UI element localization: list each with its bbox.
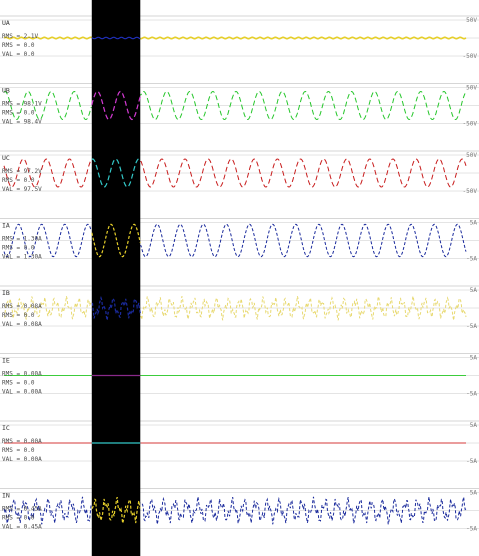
scale-bottom: -5A (466, 391, 477, 398)
channel-value: VAL = 0.0 (2, 51, 35, 58)
channel-rms: RMS = 98.1V (2, 101, 42, 108)
channel-block-ib[interactable]: IB RMS = 0.08A RMS = 0.0 VAL = 0.08A (2, 289, 42, 328)
scale-bottom: -5A (466, 256, 477, 263)
scale-top: 5A (470, 287, 478, 294)
channel-block-ie[interactable]: IE RMS = 0.00A RMS = 0.0 VAL = 0.00A (2, 357, 42, 396)
scale-bottom: -5A (466, 526, 477, 533)
channel-name: IA (2, 222, 10, 230)
channel-labels: UA RMS = 2.1V RMS = 0.0 VAL = 0.0 50V -50V UB R… (2, 17, 477, 533)
waveform-viewer[interactable]: UA RMS = 2.1V RMS = 0.0 VAL = 0.0 50V -50V UB R… (0, 0, 479, 556)
channel-block-ic[interactable]: IC RMS = 0.00A RMS = 0.0 VAL = 0.00A (2, 424, 42, 463)
trace-ua (3, 36, 467, 40)
channel-rms-secondary: RMS = 0.0 (2, 245, 35, 252)
scale-top: 5A (470, 355, 478, 362)
channel-rms-secondary: RMS = 0.0 (2, 515, 35, 522)
channel-name: IN (2, 492, 10, 500)
channel-name: UA (2, 19, 10, 27)
channel-name: UB (2, 87, 10, 95)
channel-rms-secondary: RMS = 0.0 (2, 312, 35, 319)
scale-bottom: -50V (463, 188, 478, 195)
grid-lines (0, 15, 479, 529)
channel-rms: RMS = 97.2V (2, 168, 42, 175)
channel-name: IE (2, 357, 10, 365)
channel-value: VAL = 0.00A (2, 389, 42, 396)
channel-block-ub[interactable]: UB RMS = 98.1V RMS = 0.0 VAL = 98.4V (2, 87, 42, 126)
channel-rms: RMS = 0.45A (2, 506, 42, 513)
channel-rms: RMS = 0.00A (2, 438, 42, 445)
channel-rms-secondary: RMS = 0.0 (2, 380, 35, 387)
scale-bottom: -5A (466, 323, 477, 330)
channel-value: VAL = 98.4V (2, 119, 42, 126)
scale-top: 50V (466, 17, 477, 24)
channel-block-in[interactable]: IN RMS = 0.45A RMS = 0.0 VAL = 0.45A (2, 492, 42, 531)
channel-value: VAL = 0.00A (2, 456, 42, 463)
channel-rms: RMS = 0.08A (2, 303, 42, 310)
channel-name: IB (2, 289, 10, 297)
channel-rms-secondary: RMS = 0.0 (2, 42, 35, 49)
scale-top: 5A (470, 490, 478, 497)
cursor-band[interactable] (91, 0, 141, 556)
channel-value: VAL = 97.5V (2, 186, 42, 193)
channel-value: VAL = 0.45A (2, 524, 42, 531)
channel-rms: RMS = 0.00A (2, 371, 42, 378)
scale-bottom: -50V (463, 53, 478, 60)
channel-value: VAL = 0.08A (2, 321, 42, 328)
channel-rms-secondary: RMS = 0.0 (2, 177, 35, 184)
scale-bottom: -50V (463, 121, 478, 128)
scale-bottom: -5A (466, 458, 477, 465)
channel-name: IC (2, 424, 10, 432)
trace-layer (3, 36, 467, 525)
scale-top: 50V (466, 152, 477, 159)
channel-value: VAL = 1.30A (2, 254, 42, 261)
channel-rms: RMS = 2.1V (2, 33, 39, 40)
scale-top: 50V (466, 85, 477, 92)
channel-block-ua[interactable]: UA RMS = 2.1V RMS = 0.0 VAL = 0.0 (2, 19, 39, 58)
scale-top: 5A (470, 220, 478, 227)
channel-rms-secondary: RMS = 0.0 (2, 447, 35, 454)
channel-block-ia[interactable]: IA RMS = 1.30A RMS = 0.0 VAL = 1.30A (2, 222, 42, 261)
channel-rms: RMS = 1.30A (2, 236, 42, 243)
channel-name: UC (2, 154, 10, 162)
channel-rms-secondary: RMS = 0.0 (2, 110, 35, 117)
scale-top: 5A (470, 422, 478, 429)
